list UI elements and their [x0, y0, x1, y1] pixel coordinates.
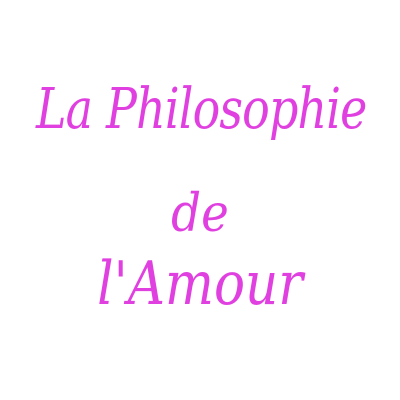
title-card: La Philosophie de l'Amour [0, 0, 400, 400]
title-line-1: La Philosophie [36, 77, 367, 142]
title-line-3: l'Amour [97, 249, 303, 319]
title-line-2: de [171, 184, 229, 244]
